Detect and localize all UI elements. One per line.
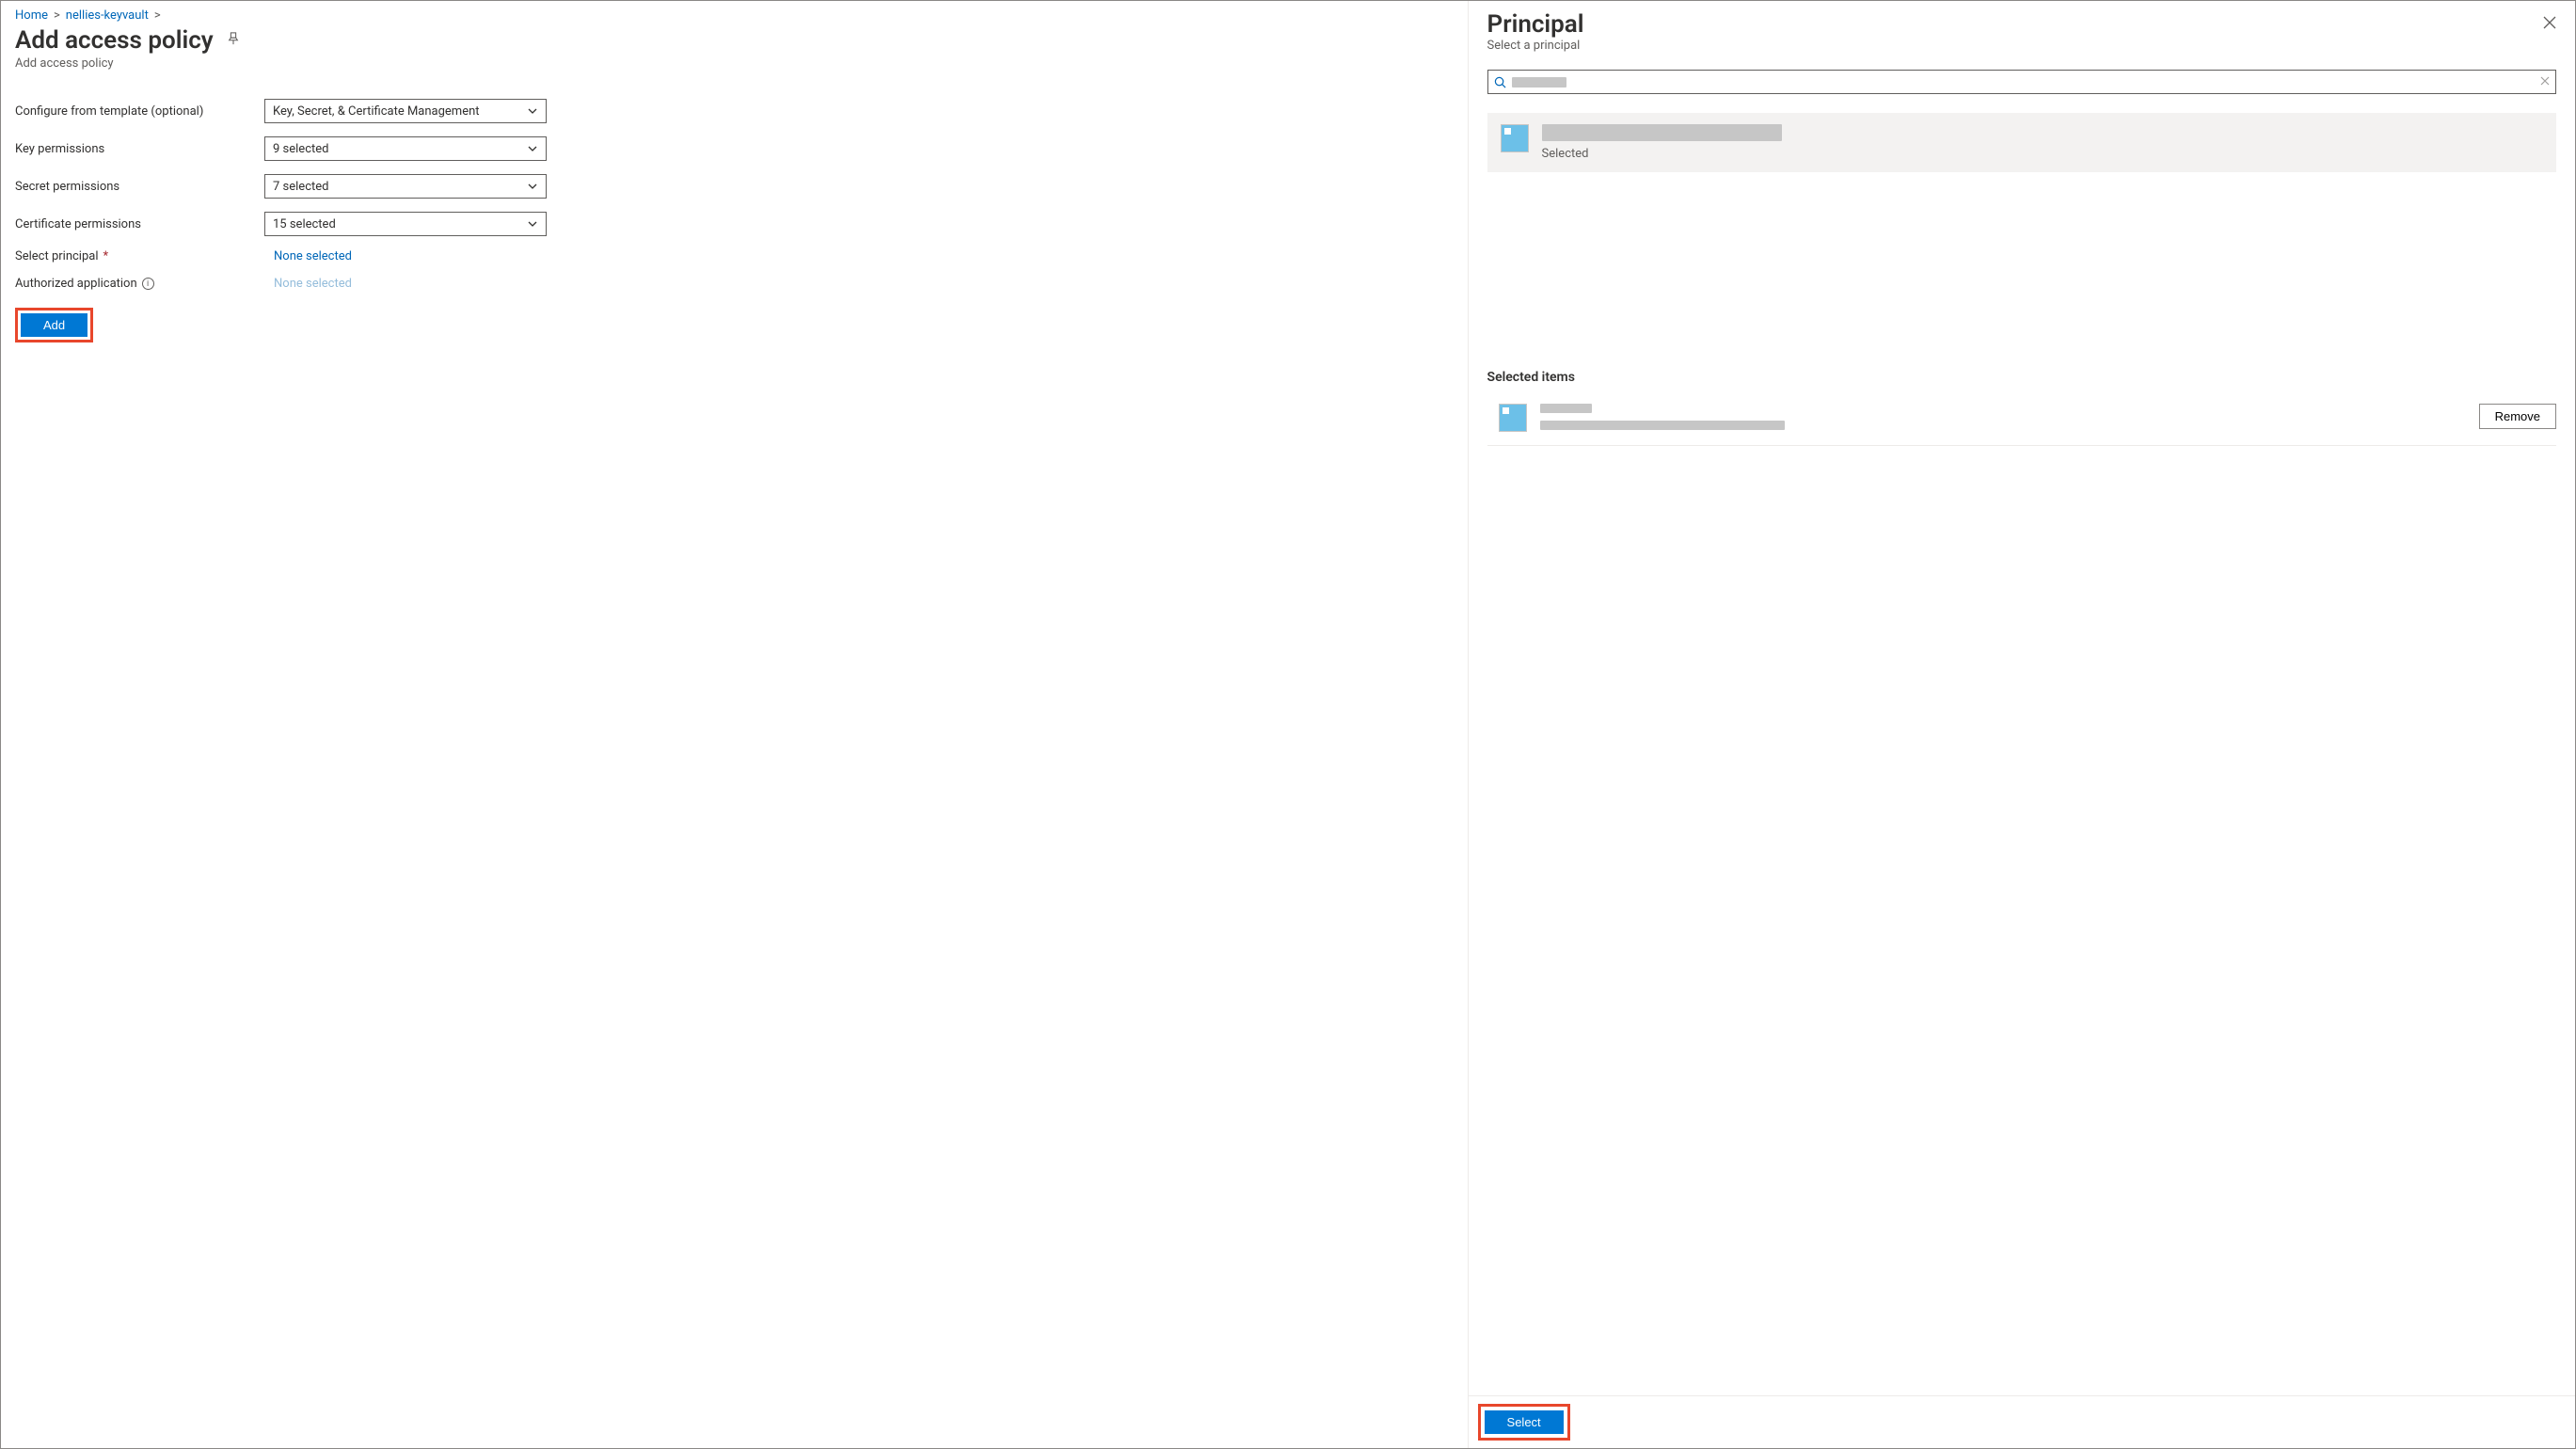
panel-subtitle: Select a principal [1487,39,2556,53]
pin-icon[interactable] [227,32,240,49]
certificate-permissions-value: 15 selected [273,217,336,231]
breadcrumb-home[interactable]: Home [15,8,48,23]
selected-item-row: Remove [1487,396,2556,446]
authorized-application-label: Authorized application i [15,277,264,291]
search-result-item[interactable]: Selected [1487,113,2556,172]
add-button[interactable]: Add [21,313,87,337]
panel-title: Principal [1487,10,2556,39]
select-button-highlight: Select [1478,1404,1570,1441]
avatar [1501,124,1529,152]
main-pane: Home > nellies-keyvault > Add access pol… [1,1,1469,1448]
template-value: Key, Secret, & Certificate Management [273,104,480,119]
close-icon[interactable] [2543,16,2556,29]
principal-panel: Principal Select a principal Selected [1469,1,2575,1448]
authorized-application-link: None selected [264,277,352,291]
avatar [1499,404,1527,432]
template-label: Configure from template (optional) [15,104,264,119]
breadcrumb-sep: > [154,8,161,23]
selected-items-heading: Selected items [1487,370,2556,385]
breadcrumb-sep: > [54,8,60,23]
secret-permissions-label: Secret permissions [15,180,264,194]
page-title: Add access policy [15,26,214,55]
template-dropdown[interactable]: Key, Secret, & Certificate Management [264,99,547,123]
breadcrumb-vault[interactable]: nellies-keyvault [66,8,149,23]
clear-icon[interactable] [2540,75,2550,89]
secret-permissions-value: 7 selected [273,180,328,194]
certificate-permissions-dropdown[interactable]: 15 selected [264,212,547,236]
remove-button[interactable]: Remove [2479,404,2556,429]
selected-name-redacted [1540,404,1592,413]
select-principal-link[interactable]: None selected [264,249,352,263]
chevron-down-icon [527,181,538,192]
breadcrumb: Home > nellies-keyvault > [15,8,1454,23]
add-button-highlight: Add [15,308,93,342]
key-permissions-dropdown[interactable]: 9 selected [264,136,547,161]
search-input[interactable] [1572,74,2535,90]
key-permissions-value: 9 selected [273,142,328,156]
secret-permissions-dropdown[interactable]: 7 selected [264,174,547,199]
selected-id-redacted [1540,421,1785,430]
chevron-down-icon [527,218,538,230]
key-permissions-label: Key permissions [15,142,264,156]
search-redacted-text [1512,77,1566,88]
chevron-down-icon [527,105,538,117]
certificate-permissions-label: Certificate permissions [15,217,264,231]
search-icon [1494,76,1506,88]
select-principal-label: Select principal* [15,249,264,263]
result-name-redacted [1542,124,1782,141]
chevron-down-icon [527,143,538,154]
principal-search[interactable] [1487,70,2556,94]
info-icon[interactable]: i [142,278,154,290]
page-subtitle: Add access policy [15,56,1454,71]
select-button[interactable]: Select [1485,1410,1564,1434]
result-status: Selected [1542,147,2543,161]
